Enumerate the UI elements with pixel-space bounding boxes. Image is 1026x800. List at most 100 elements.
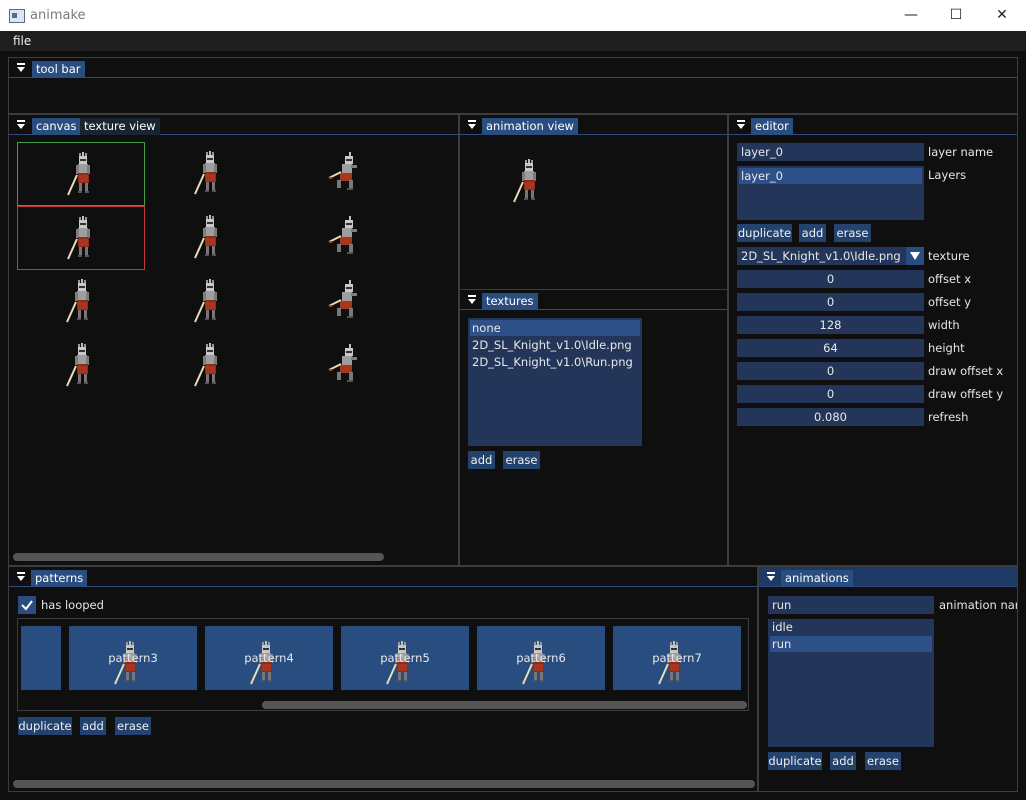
refresh-input[interactable]: 0.080 [737,408,924,426]
animations-list[interactable]: idle run [768,619,934,747]
menu-file[interactable]: file [13,34,31,48]
collapse-icon[interactable] [733,118,749,131]
tab-animations[interactable]: animations [781,570,853,587]
sprite-cell[interactable] [17,334,145,398]
sprite-cell-selected[interactable] [17,142,145,206]
pattern-item[interactable]: pattern3 [69,626,197,690]
pattern-erase-button[interactable]: erase [115,717,151,735]
has-looped-checkbox[interactable] [18,596,36,614]
sprite-cell[interactable] [145,270,273,334]
animations-panel: animations run animation name idle run d… [758,566,1018,792]
pattern-duplicate-button[interactable]: duplicate [18,717,72,735]
sprite-cell[interactable] [145,334,273,398]
pattern-item[interactable]: pattern7 [613,626,741,690]
tab-animation-view[interactable]: animation view [482,118,578,135]
texture-erase-button[interactable]: erase [503,451,540,469]
knight-sprite [194,150,218,195]
list-item[interactable]: 2D_SL_Knight_v1.0\Run.png [470,354,640,370]
layer-erase-button[interactable]: erase [834,224,871,242]
pattern-item[interactable] [21,626,61,690]
draw-offset-y-input[interactable]: 0 [737,385,924,403]
knight-sprite [328,151,358,191]
sprite-cell[interactable] [145,206,273,270]
patterns-strip: pattern3 pattern4 pattern5 pattern6 patt… [17,618,749,711]
patterns-strip-scrollbar[interactable] [262,701,747,709]
tab-patterns[interactable]: patterns [31,570,88,587]
draw-offset-x-input[interactable]: 0 [737,362,924,380]
offset-x-input[interactable]: 0 [737,270,924,288]
list-item[interactable]: none [470,320,640,336]
collapse-icon[interactable] [464,293,480,306]
maximize-button[interactable]: ☐ [933,0,979,31]
draw-offset-y-label: draw offset y [928,387,1004,401]
collapse-icon[interactable] [763,570,779,583]
animation-duplicate-button[interactable]: duplicate [768,752,822,770]
offset-x-label: offset x [928,272,971,286]
knight-sprite [66,278,90,323]
list-item[interactable]: 2D_SL_Knight_v1.0\Idle.png [470,337,640,353]
animation-erase-button[interactable]: erase [865,752,901,770]
offset-y-input[interactable]: 0 [737,293,924,311]
layers-list[interactable]: layer_0 [737,166,924,220]
knight-sprite [194,342,218,387]
patterns-panel-scrollbar[interactable] [13,780,755,788]
list-item[interactable]: idle [770,619,932,635]
pattern-item[interactable]: pattern5 [341,626,469,690]
collapse-icon[interactable] [464,118,480,131]
texture-select[interactable]: 2D_SL_Knight_v1.0\Idle.png [737,247,906,265]
layer-add-button[interactable]: add [799,224,826,242]
pattern-label: pattern3 [108,651,158,665]
knight-sprite [114,640,138,685]
menu-bar: file [0,31,1026,51]
sprite-cell[interactable] [273,334,401,398]
sprite-cell[interactable] [145,142,273,206]
texture-add-button[interactable]: add [468,451,495,469]
title-bar: animake — ☐ ✕ [0,0,1026,32]
pattern-item[interactable]: pattern4 [205,626,333,690]
toolbar-panel: tool bar [8,57,1018,114]
animation-view-panel: animation view [459,114,728,290]
has-looped-label: has looped [41,598,104,612]
pattern-add-button[interactable]: add [80,717,106,735]
textures-panel: textures none 2D_SL_Knight_v1.0\Idle.png… [459,289,728,566]
list-item[interactable]: run [770,636,932,652]
tab-editor[interactable]: editor [751,118,793,135]
refresh-label: refresh [928,410,969,424]
tab-canvas[interactable]: canvas [32,118,81,135]
animation-add-button[interactable]: add [830,752,856,770]
knight-sprite [328,279,358,319]
height-label: height [928,341,965,355]
app-icon [9,9,25,23]
close-button[interactable]: ✕ [979,0,1025,31]
collapse-icon[interactable] [13,118,29,131]
pattern-label: pattern6 [516,651,566,665]
width-input[interactable]: 128 [737,316,924,334]
knight-sprite [250,640,274,685]
sprite-cell-hover[interactable] [17,206,145,270]
knight-sprite [522,640,546,685]
tab-textures[interactable]: textures [482,293,538,310]
canvas-scrollbar[interactable] [13,553,384,561]
animation-name-input[interactable]: run [768,596,934,614]
texture-label: texture [928,249,970,263]
list-item[interactable]: layer_0 [739,168,922,184]
minimize-button[interactable]: — [888,0,934,31]
layer-name-input[interactable]: layer_0 [737,143,924,161]
tab-texture-view[interactable]: texture view [80,118,160,135]
chevron-down-icon[interactable] [906,247,924,265]
draw-offset-x-label: draw offset x [928,364,1004,378]
sprite-cell[interactable] [17,270,145,334]
sprite-cell[interactable] [273,142,401,206]
sprite-cell[interactable] [273,206,401,270]
tab-tool-bar[interactable]: tool bar [32,61,85,78]
pattern-item[interactable]: pattern6 [477,626,605,690]
knight-sprite [328,343,358,383]
height-input[interactable]: 64 [737,339,924,357]
canvas-panel: canvas texture view [8,114,459,566]
sprite-cell[interactable] [273,270,401,334]
layer-duplicate-button[interactable]: duplicate [737,224,792,242]
collapse-icon[interactable] [13,570,29,583]
collapse-icon[interactable] [13,61,29,74]
textures-list[interactable]: none 2D_SL_Knight_v1.0\Idle.png 2D_SL_Kn… [468,318,642,446]
width-label: width [928,318,960,332]
